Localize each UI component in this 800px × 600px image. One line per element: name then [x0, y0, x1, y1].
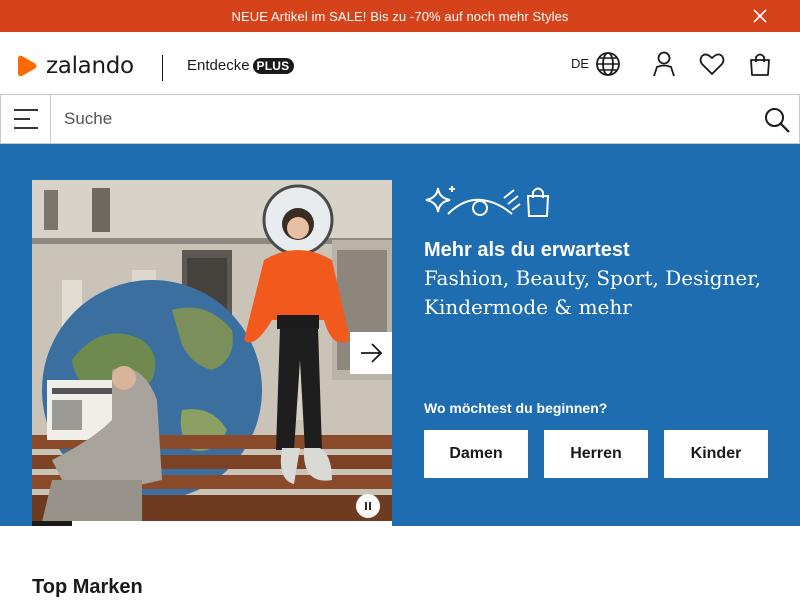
hero-banner: Mehr als du erwartest Fashion, Beauty, S…: [0, 144, 800, 526]
sparkle-icon: [425, 186, 455, 213]
menu-icon: [14, 109, 38, 129]
search-bar: [0, 94, 800, 144]
shopping-bag-icon[interactable]: [746, 50, 774, 78]
top-brands-title: Top Marken: [32, 576, 143, 598]
entdecke-label: Entdecke: [187, 57, 250, 74]
logo-text: zalando: [46, 53, 134, 79]
pause-icon: [365, 502, 371, 510]
header-divider: [162, 55, 163, 81]
site-header: zalando Entdecke PLUS DE: [0, 32, 800, 94]
language-label[interactable]: DE: [571, 56, 589, 71]
arrow-right-icon: [361, 343, 383, 363]
hero-question: Wo möchtest du beginnen?: [424, 400, 608, 416]
hero-decor-icons: [425, 186, 550, 217]
eye-icon: [447, 189, 521, 216]
globe-icon[interactable]: [594, 50, 622, 78]
carousel-next-button[interactable]: [350, 332, 392, 374]
shopping-bag-icon: [526, 187, 550, 217]
plus-badge: PLUS: [252, 57, 295, 74]
hero-photo-illustration: [32, 180, 392, 522]
promo-banner[interactable]: NEUE Artikel im SALE! Bis zu -70% auf no…: [0, 0, 800, 32]
hero-subtitle: Fashion, Beauty, Sport, Designer, Kinder…: [424, 266, 761, 319]
carousel-pause-button[interactable]: [356, 494, 380, 518]
promo-text[interactable]: NEUE Artikel im SALE! Bis zu -70% auf no…: [0, 9, 800, 24]
herren-button[interactable]: Herren: [544, 430, 648, 478]
hero-image[interactable]: [32, 180, 392, 522]
hero-title: Mehr als du erwartest: [424, 239, 630, 261]
close-icon[interactable]: [750, 6, 770, 26]
search-icon[interactable]: [763, 106, 791, 134]
menu-button[interactable]: [1, 95, 51, 143]
heart-icon[interactable]: [698, 50, 726, 78]
carousel-progress-fill: [32, 521, 72, 526]
user-icon[interactable]: [650, 50, 678, 78]
carousel-progress: [32, 521, 392, 526]
logo-icon: [18, 55, 37, 77]
zalando-logo[interactable]: zalando: [16, 53, 134, 79]
search-input[interactable]: [51, 95, 751, 143]
kinder-button[interactable]: Kinder: [664, 430, 768, 478]
damen-button[interactable]: Damen: [424, 430, 528, 478]
entdecke-plus-link[interactable]: Entdecke PLUS: [187, 57, 295, 74]
